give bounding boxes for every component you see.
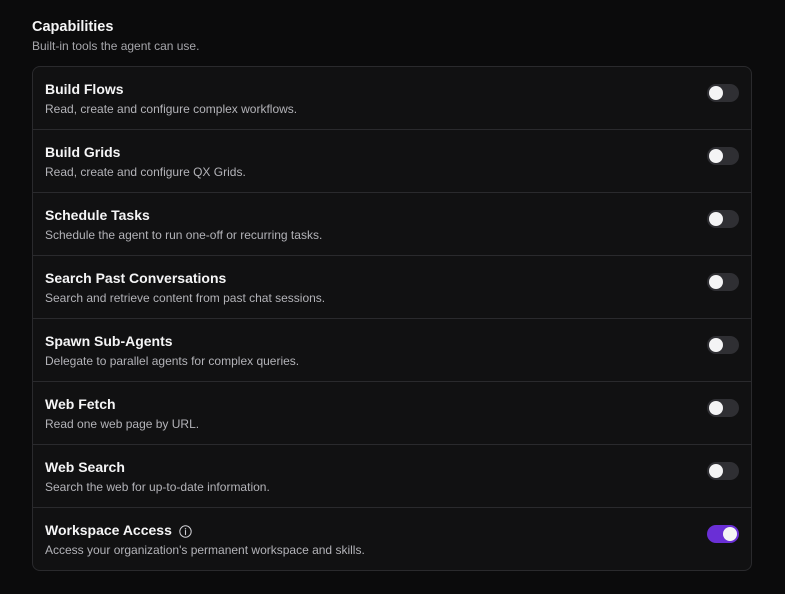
capability-row-schedule-tasks: Schedule Tasks Schedule the agent to run…	[33, 193, 751, 256]
toggle-knob	[709, 401, 723, 415]
capabilities-section: Capabilities Built-in tools the agent ca…	[32, 18, 752, 571]
toggle-knob	[709, 149, 723, 163]
toggle-knob	[709, 212, 723, 226]
toggle-knob	[709, 86, 723, 100]
toggle-knob	[709, 275, 723, 289]
capability-title: Workspace Access	[45, 522, 172, 538]
capability-description: Delegate to parallel agents for complex …	[45, 354, 300, 368]
capability-row-workspace-access: Workspace Access Access your organizatio…	[33, 508, 751, 570]
capability-row-spawn-sub-agents: Spawn Sub-Agents Delegate to parallel ag…	[33, 319, 751, 382]
section-title: Capabilities	[32, 19, 114, 35]
capability-row-search-past-conversations: Search Past Conversations Search and ret…	[33, 256, 751, 319]
capability-title: Web Fetch	[45, 396, 116, 412]
build-flows-toggle[interactable]	[707, 84, 739, 102]
capability-title: Schedule Tasks	[45, 207, 150, 223]
capability-title: Spawn Sub-Agents	[45, 333, 173, 349]
toggle-knob	[723, 527, 737, 541]
capability-title: Build Flows	[45, 81, 124, 97]
capability-row-web-fetch: Web Fetch Read one web page by URL.	[33, 382, 751, 445]
capability-row-build-grids: Build Grids Read, create and configure Q…	[33, 130, 751, 193]
capability-title: Build Grids	[45, 144, 121, 160]
capability-description: Read, create and configure complex workf…	[45, 102, 298, 116]
toggle-knob	[709, 338, 723, 352]
build-grids-toggle[interactable]	[707, 147, 739, 165]
toggle-knob	[709, 464, 723, 478]
section-subtitle: Built-in tools the agent can use.	[32, 39, 200, 53]
spawn-sub-agents-toggle[interactable]	[707, 336, 739, 354]
capability-title: Search Past Conversations	[45, 270, 227, 286]
capability-description: Search the web for up-to-date informatio…	[45, 480, 270, 494]
search-past-conversations-toggle[interactable]	[707, 273, 739, 291]
info-icon[interactable]	[179, 524, 192, 538]
capability-title: Web Search	[45, 459, 125, 475]
capability-description: Read one web page by URL.	[45, 417, 200, 431]
web-search-toggle[interactable]	[707, 462, 739, 480]
schedule-tasks-toggle[interactable]	[707, 210, 739, 228]
capability-description: Schedule the agent to run one-off or rec…	[45, 228, 323, 242]
workspace-access-toggle[interactable]	[707, 525, 739, 543]
capability-description: Search and retrieve content from past ch…	[45, 291, 326, 305]
capability-description: Read, create and configure QX Grids.	[45, 165, 246, 179]
capability-description: Access your organization's permanent wor…	[45, 543, 365, 557]
capabilities-list: Build Flows Read, create and configure c…	[32, 66, 752, 571]
web-fetch-toggle[interactable]	[707, 399, 739, 417]
capability-row-web-search: Web Search Search the web for up-to-date…	[33, 445, 751, 508]
capability-row-build-flows: Build Flows Read, create and configure c…	[33, 67, 751, 130]
